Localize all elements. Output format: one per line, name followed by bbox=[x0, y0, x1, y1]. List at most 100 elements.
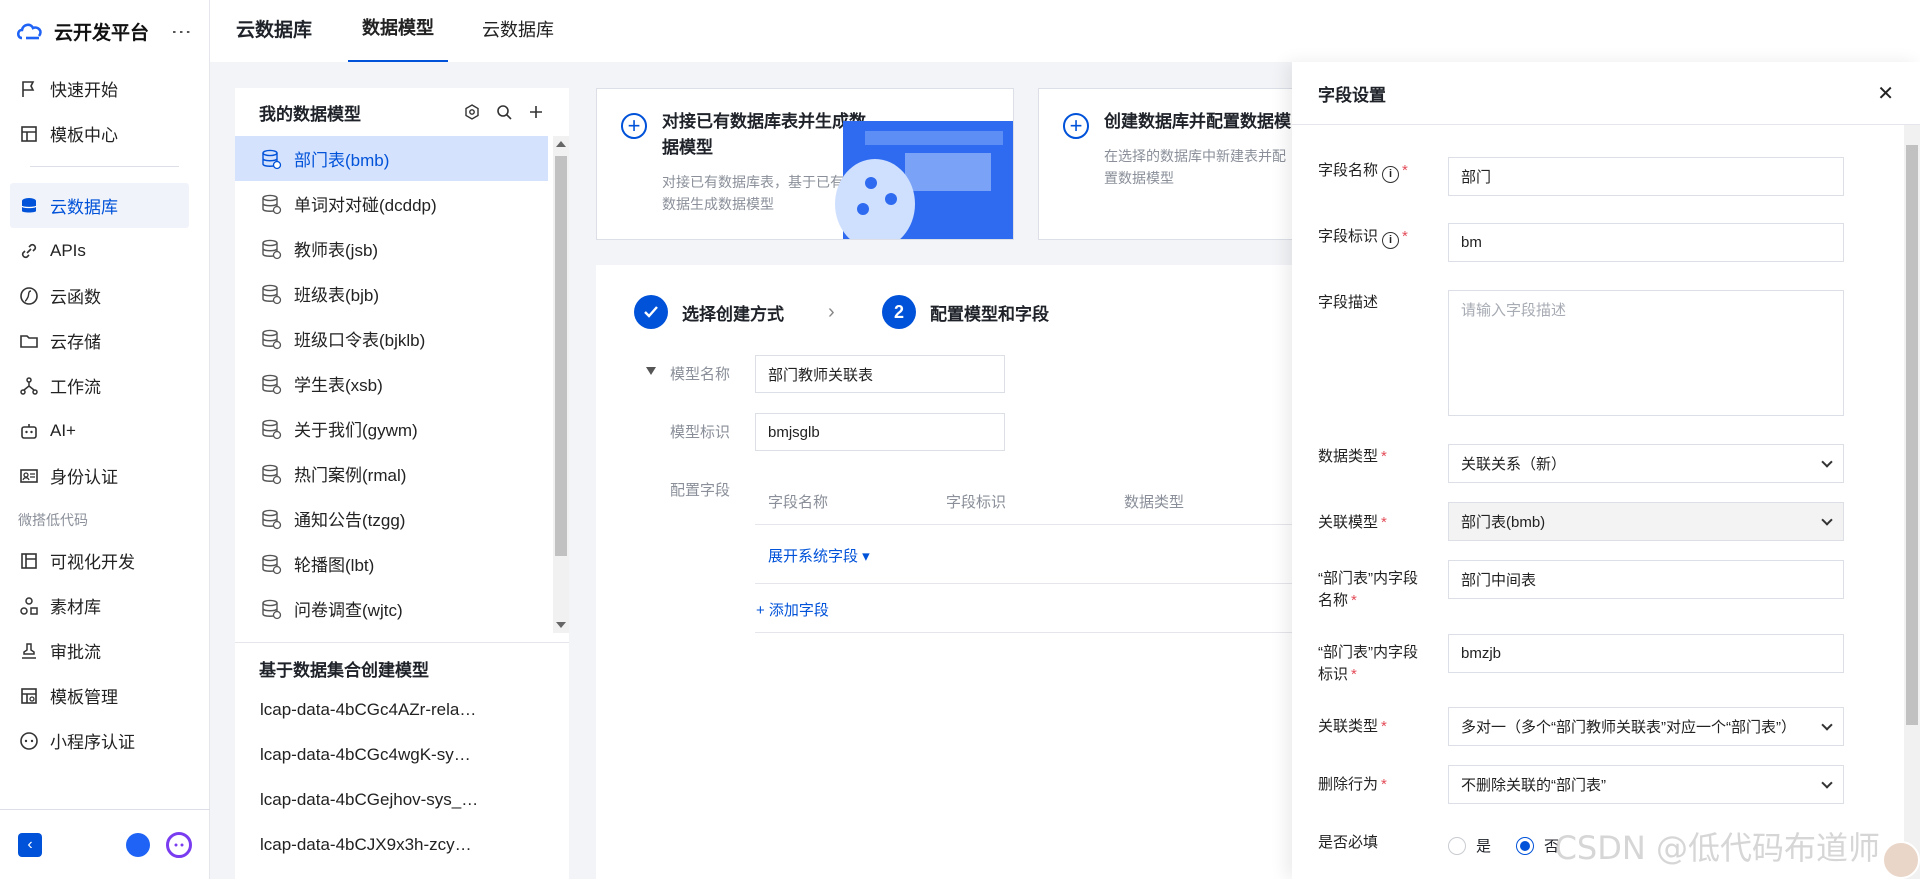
model-item-label: 班级表(bjb) bbox=[294, 286, 380, 305]
model-item[interactable]: 热门案例(rmal) bbox=[235, 451, 548, 496]
model-item[interactable]: 班级表(bjb) bbox=[235, 271, 548, 316]
model-list-header: 我的数据模型 bbox=[235, 88, 569, 136]
model-item[interactable]: 单词对对碰(dcddp) bbox=[235, 181, 548, 226]
rel-model-label: 关联模型 * bbox=[1318, 514, 1387, 531]
model-name-input[interactable]: 部门教师关联表 bbox=[755, 355, 1005, 393]
nav-item-clouddb[interactable]: 云数据库 bbox=[10, 183, 189, 228]
left-nav: 云开发平台 ⋮ 快速开始 模板中心 云数据库 APIs 云函数 云存储 工作流 … bbox=[0, 0, 210, 879]
nav-label: 模板管理 bbox=[50, 688, 118, 707]
table-divider bbox=[755, 583, 1315, 584]
scroll-up-icon[interactable] bbox=[556, 141, 566, 147]
model-item[interactable]: 部门表(bmb) bbox=[235, 136, 548, 181]
dataset-item[interactable]: lcap-data-4bCGc4wgK-sy… bbox=[260, 745, 478, 790]
nav-item-ai[interactable]: AI+ bbox=[0, 408, 209, 453]
nav-item-auth[interactable]: 身份认证 bbox=[0, 453, 209, 498]
info-icon[interactable]: i bbox=[1382, 166, 1400, 183]
model-item[interactable]: 问卷调查(wjtc) bbox=[235, 586, 548, 631]
search-icon[interactable] bbox=[495, 103, 513, 121]
settings-icon[interactable] bbox=[463, 103, 481, 121]
model-item[interactable]: 教师表(jsb) bbox=[235, 226, 548, 271]
model-id-input[interactable]: bmjsglb bbox=[755, 413, 1005, 451]
dataset-item[interactable]: lcap-data-4bCGc4AZr-rela… bbox=[260, 700, 478, 745]
model-item-label: 单词对对碰(dcddp) bbox=[294, 196, 437, 215]
add-icon[interactable] bbox=[527, 103, 545, 121]
nav-label: 快速开始 bbox=[50, 81, 118, 100]
field-id-input[interactable]: bm bbox=[1448, 223, 1844, 262]
step-number: 2 bbox=[882, 295, 916, 329]
nav-label: 审批流 bbox=[50, 643, 101, 662]
scroll-down-icon[interactable] bbox=[556, 622, 566, 628]
tab-cloud-db[interactable]: 云数据库 bbox=[468, 16, 568, 62]
model-item-label: 轮播图(lbt) bbox=[294, 556, 375, 575]
robot-icon bbox=[18, 420, 40, 442]
model-item-label: 热门案例(rmal) bbox=[294, 466, 407, 485]
nav-item-apis[interactable]: APIs bbox=[0, 228, 209, 273]
delete-behavior-select[interactable]: 不删除关联的“部门表” bbox=[1448, 765, 1844, 804]
cloud-logo-icon bbox=[16, 23, 42, 40]
close-icon[interactable]: ✕ bbox=[1877, 81, 1894, 106]
card-connect-existing[interactable]: + 对接已有数据库表并生成数据模型 对接已有数据库表，基于已有的数据生成数据模型 bbox=[596, 88, 1014, 240]
model-list-scrollbar[interactable] bbox=[553, 136, 569, 633]
model-item[interactable]: 班级口令表(bjklb) bbox=[235, 316, 548, 361]
drawer-scrollbar[interactable] bbox=[1904, 125, 1920, 879]
collapse-icon[interactable]: ‹ bbox=[18, 832, 42, 857]
model-item[interactable]: 关于我们(gywm) bbox=[235, 406, 548, 451]
more-icon[interactable]: ⋮ bbox=[169, 22, 193, 41]
watermark: CSDN @低代码布道师 bbox=[1554, 829, 1880, 867]
scroll-thumb[interactable] bbox=[555, 156, 567, 556]
add-circle-icon: + bbox=[621, 113, 647, 139]
nav-item-templates[interactable]: 模板中心 bbox=[0, 111, 209, 156]
field-name-input[interactable]: 部门 bbox=[1448, 157, 1844, 196]
database-model-icon bbox=[262, 599, 282, 619]
stamp-icon bbox=[18, 640, 40, 662]
nav-item-visual-dev[interactable]: 可视化开发 bbox=[0, 538, 209, 583]
rel-model-select[interactable]: 部门表(bmb) bbox=[1448, 502, 1844, 541]
field-desc-textarea[interactable]: 请输入字段描述 bbox=[1448, 290, 1844, 416]
model-item[interactable]: 轮播图(lbt) bbox=[235, 541, 548, 586]
data-type-select[interactable]: 关联关系（新） bbox=[1448, 444, 1844, 483]
tab-data-model[interactable]: 数据模型 bbox=[348, 14, 449, 62]
scroll-thumb[interactable] bbox=[1906, 145, 1918, 725]
nav-item-template-manage[interactable]: 模板管理 bbox=[0, 673, 209, 718]
assistant-icon[interactable] bbox=[166, 831, 192, 858]
chevron-down-icon bbox=[1821, 718, 1833, 731]
nav-label: APIs bbox=[50, 240, 86, 260]
nav-item-workflow[interactable]: 工作流 bbox=[0, 363, 209, 408]
model-list-title: 我的数据模型 bbox=[259, 104, 361, 124]
nav-item-miniprogram[interactable]: 小程序认证 bbox=[0, 718, 209, 763]
nav-group-label: 微搭低代码 bbox=[18, 512, 88, 528]
brand-title: 云开发平台 bbox=[54, 22, 150, 44]
dataset-item[interactable]: lcap-data-4bCGejhov-sys_… bbox=[260, 790, 478, 835]
nav-item-approval[interactable]: 审批流 bbox=[0, 628, 209, 673]
collapse-triangle-icon[interactable] bbox=[646, 367, 656, 375]
inner-name-input[interactable]: 部门中间表 bbox=[1448, 560, 1844, 599]
expand-system-fields-link[interactable]: 展开系统字段 ▾ bbox=[768, 545, 870, 566]
model-item[interactable]: 学生表(xsb) bbox=[235, 361, 548, 406]
rel-type-select[interactable]: 多对一（多个“部门教师关联表”对应一个“部门表”） bbox=[1448, 707, 1844, 746]
nav-item-storage[interactable]: 云存储 bbox=[0, 318, 209, 363]
nav-item-quickstart[interactable]: 快速开始 bbox=[0, 66, 209, 111]
required-yes-radio[interactable]: 是 bbox=[1448, 835, 1491, 856]
delete-behavior-label: 删除行为 * bbox=[1318, 776, 1387, 793]
model-name-label: 模型名称 bbox=[670, 366, 731, 383]
inner-id-label: “部门表”内字段标识 * bbox=[1318, 644, 1418, 683]
info-icon[interactable]: i bbox=[1382, 232, 1400, 249]
card-desc: 对接已有数据库表，基于已有的数据生成数据模型 bbox=[662, 174, 858, 212]
author-avatar bbox=[1882, 841, 1920, 879]
inner-id-input[interactable]: bmzjb bbox=[1448, 634, 1844, 673]
database-model-icon bbox=[262, 284, 282, 304]
nav-item-assets[interactable]: 素材库 bbox=[0, 583, 209, 628]
add-field-link[interactable]: + 添加字段 bbox=[756, 599, 829, 620]
template-icon bbox=[18, 123, 40, 145]
required-no-radio[interactable]: 否 bbox=[1516, 835, 1559, 856]
nav-item-functions[interactable]: 云函数 bbox=[0, 273, 209, 318]
layout-icon bbox=[18, 550, 40, 572]
miniprogram-icon bbox=[18, 730, 40, 752]
user-avatar-icon[interactable] bbox=[126, 832, 150, 857]
model-item-label: 问卷调查(wjtc) bbox=[294, 601, 403, 620]
dataset-item[interactable]: lcap-data-4bCJX9x3h-zcy… bbox=[260, 835, 478, 879]
add-circle-icon: + bbox=[1063, 113, 1089, 139]
workflow-icon bbox=[18, 375, 40, 397]
model-item[interactable]: 通知公告(tzgg) bbox=[235, 496, 548, 541]
assets-icon bbox=[18, 595, 40, 617]
